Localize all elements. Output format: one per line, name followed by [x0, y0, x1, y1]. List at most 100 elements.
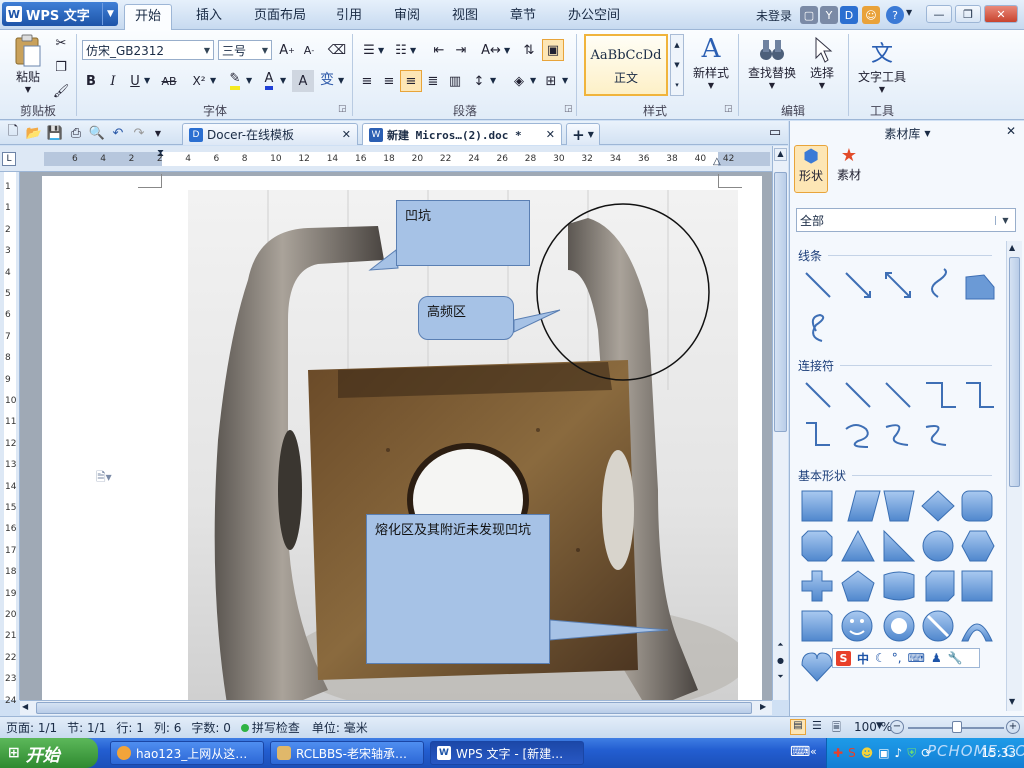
redo-icon[interactable]: ↷ [130, 124, 148, 142]
highlight-chevron-icon[interactable]: ▼ [246, 76, 252, 85]
tab-office-space[interactable]: 办公空间 [558, 4, 630, 30]
task-hao123[interactable]: hao123_上网从这… [110, 741, 264, 765]
docer-icon[interactable]: D [840, 6, 858, 24]
tab-references[interactable]: 引用 [326, 4, 372, 30]
bullet-list-icon[interactable]: ☰ [358, 39, 380, 61]
status-row[interactable]: 行: 1 [116, 719, 144, 736]
close-tab-icon[interactable]: ✕ [342, 128, 351, 141]
status-section[interactable]: 节: 1/1 [67, 719, 106, 736]
ime-mode[interactable]: 中 [857, 650, 869, 667]
text-direction-icon[interactable]: A↔ [480, 39, 502, 61]
pane-close-icon[interactable]: ✕ [1006, 124, 1016, 138]
network-icon[interactable]: ▣ [878, 746, 889, 760]
keyboard-tray-icon[interactable]: ⌨ [790, 744, 810, 760]
pane-chevron-icon[interactable]: ▼ [924, 129, 930, 138]
undo-icon[interactable]: ↶ [109, 124, 127, 142]
grow-font-icon[interactable]: A + [276, 39, 298, 61]
char-shading-button[interactable]: A [292, 70, 314, 92]
copy-icon[interactable]: ❐ [50, 56, 72, 78]
cut-icon[interactable]: ✂ [50, 32, 72, 54]
distributed-icon[interactable]: ▥ [444, 70, 466, 92]
qat-chevron-icon[interactable]: ▼ [151, 124, 165, 142]
underline-chevron-icon[interactable]: ▼ [144, 76, 150, 85]
line-spacing-icon[interactable]: ↕ [468, 70, 490, 92]
zoom-chevron-icon[interactable]: ▼ [876, 721, 883, 731]
format-painter-icon[interactable]: 🖌 [50, 80, 72, 102]
vertical-scrollbar[interactable]: ▲ ⏶ ● ⏷ [772, 146, 788, 700]
cloud-icon[interactable]: Y [820, 6, 838, 24]
minimize-button[interactable]: — [926, 5, 952, 23]
justify-icon[interactable]: ≣ [422, 70, 444, 92]
restore-button[interactable]: ❐ [955, 5, 981, 23]
find-replace-button[interactable]: 查找替换 ▼ [744, 36, 800, 90]
bearing-cage-photo[interactable]: 凹坑 高频区 熔化区及其附近未发现凹坑 [188, 190, 738, 700]
zoom-slider-thumb[interactable] [952, 721, 962, 733]
tab-insert[interactable]: 插入 [186, 4, 232, 30]
superscript-button[interactable]: X² [188, 70, 210, 92]
highlight-icon[interactable]: ✎ [224, 70, 246, 92]
document-area[interactable]: 🗎▾ 凹坑 高频区 熔化区及其附近未发现凹坑 [20, 172, 772, 700]
antivirus-icon[interactable]: ✚ [833, 746, 843, 760]
increase-indent-icon[interactable]: ⇥ [450, 39, 472, 61]
user-icon[interactable]: ♟ [931, 651, 942, 665]
horizontal-ruler[interactable]: L ⧗ △ 6 4 2 2 4 6 8 10 12 14 16 18 20 22 24 26 28 30 32 34 3… [0, 146, 788, 172]
pane-tab-shapes[interactable]: ⬢ 形状 [794, 145, 828, 193]
font-size-select[interactable]: 三号 ▼ [218, 40, 272, 60]
select-button[interactable]: 选择 ▼ [804, 36, 840, 90]
pane-scroll-down-icon[interactable]: ▼ [1009, 697, 1015, 706]
keyboard-icon[interactable]: ⌨ [908, 651, 925, 665]
print-preview-icon[interactable]: 🔍 [88, 124, 106, 142]
paragraph-layout-icon[interactable]: 🗎▾ [96, 468, 112, 489]
tab-current-document[interactable]: W 新建 Micros…(2).doc * ✕ [362, 123, 562, 145]
page-view-icon[interactable]: ▤ [790, 719, 806, 735]
text-tools-button[interactable]: 文 文字工具 ▼ [854, 36, 910, 94]
clear-format-icon[interactable]: ⌫ [326, 39, 348, 61]
pane-scroll-up-icon[interactable]: ▲ [1009, 243, 1015, 252]
new-doc-icon[interactable]: 🗋 [4, 124, 22, 142]
horizontal-scrollbar[interactable]: ◀ ▶ [20, 700, 772, 715]
status-spell-check[interactable]: 拼写检查 [252, 719, 300, 736]
tab-stop-selector-icon[interactable]: L [2, 152, 16, 166]
ime-toolbar[interactable]: S 中 ☾ °, ⌨ ♟ 🔧 [832, 648, 980, 668]
paste-button[interactable]: 粘贴 ▼ [8, 34, 48, 94]
style-normal-tile[interactable]: AaBbCcDd 正文 [584, 34, 668, 96]
clock[interactable]: 15:33 [981, 746, 1016, 760]
font-dialog-launcher-icon[interactable]: ◲ [338, 104, 347, 114]
new-tab-button[interactable]: + ▼ [566, 123, 600, 145]
zoom-in-icon[interactable]: + [1006, 720, 1020, 734]
tab-view[interactable]: 视图 [442, 4, 488, 30]
line-spacing-chevron-icon[interactable]: ▼ [490, 76, 496, 85]
sort-icon[interactable]: ⇅ [518, 39, 540, 61]
paragraph-dialog-launcher-icon[interactable]: ◲ [564, 104, 573, 114]
scroll-right-icon[interactable]: ▶ [760, 702, 766, 711]
tab-docer-templates[interactable]: D Docer-在线模板 ✕ [182, 123, 358, 145]
web-view-icon[interactable]: 🗏 [832, 719, 841, 738]
numbered-chevron-icon[interactable]: ▼ [410, 46, 416, 55]
help-icon[interactable]: ? [886, 6, 904, 24]
numbered-list-icon[interactable]: ☷ [390, 39, 412, 61]
phonetic-chevron-icon[interactable]: ▼ [338, 76, 344, 85]
start-button[interactable]: ⊞ 开始 [0, 738, 98, 768]
style-gallery-scroller[interactable]: ▲ ▼ ▾ [670, 34, 684, 96]
next-page-icon[interactable]: ⏷ [774, 672, 787, 685]
styles-dialog-launcher-icon[interactable]: ◲ [724, 104, 733, 114]
bullet-chevron-icon[interactable]: ▼ [378, 46, 384, 55]
font-color-chevron-icon[interactable]: ▼ [280, 76, 286, 85]
pane-scroll-thumb[interactable] [1009, 257, 1020, 487]
user-avatar-icon[interactable]: ☺ [862, 6, 880, 24]
security-icon[interactable]: ⛨ [907, 746, 916, 761]
vertical-ruler[interactable]: 1 1 2 3 4 5 6 7 8 9 10 11 12 13 14 15 16 17 18 19 20 21 22 23 24 [0, 172, 20, 706]
task-rclbbs[interactable]: RCLBBS-老宋轴承… [270, 741, 424, 765]
punctuation-icon[interactable]: °, [892, 651, 902, 665]
sogou-tray-icon[interactable]: S [848, 746, 856, 760]
font-family-select[interactable]: 仿宋_GB2312 ▼ [82, 40, 214, 60]
close-tab-icon[interactable]: ✕ [546, 128, 555, 141]
shrink-font-icon[interactable]: A- [298, 39, 320, 61]
sogou-icon[interactable]: S [836, 650, 851, 666]
tab-home[interactable]: 开始 [124, 4, 173, 30]
superscript-chevron-icon[interactable]: ▼ [210, 76, 216, 85]
status-page[interactable]: 页面: 1/1 [6, 719, 57, 736]
borders-chevron-icon[interactable]: ▼ [562, 76, 568, 85]
print-icon[interactable]: ⎙ [67, 124, 85, 142]
close-button[interactable]: ✕ [984, 5, 1018, 23]
